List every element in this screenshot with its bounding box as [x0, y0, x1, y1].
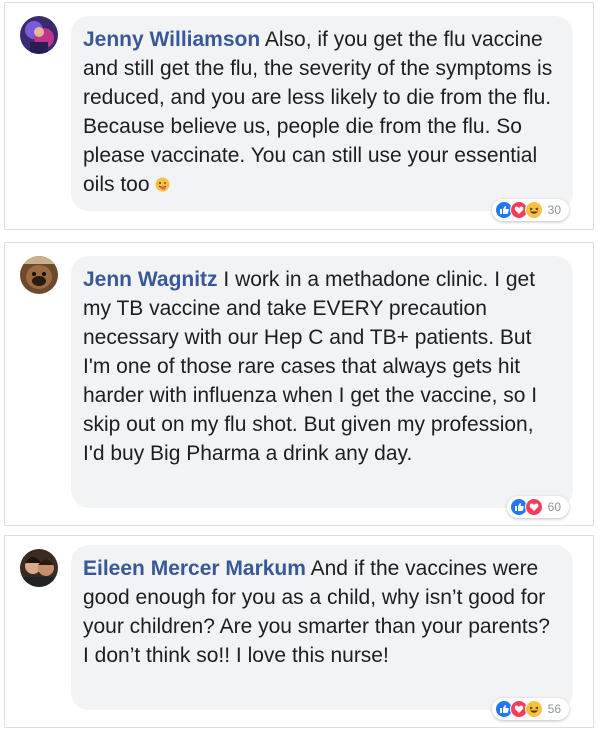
comment-text: Also, if you get the flu vaccine and sti… — [83, 28, 553, 196]
author-name-link[interactable]: Eileen Mercer Markum — [83, 557, 306, 580]
reactions-summary[interactable]: 30 — [491, 199, 569, 221]
love-reaction-icon — [524, 498, 543, 516]
haha-reaction-icon — [524, 700, 543, 718]
comment-bubble: Jenny Williamson Also, if you get the fl… — [71, 16, 573, 221]
comment-text-block: Jenn Wagnitz I work in a methadone clini… — [83, 265, 559, 468]
reactions-summary[interactable]: 56 — [491, 698, 569, 720]
reaction-count: 30 — [547, 203, 561, 217]
comment-text-block: Jenny Williamson Also, if you get the fl… — [83, 25, 559, 199]
reaction-count: 56 — [547, 702, 561, 716]
haha-reaction-icon — [524, 201, 543, 219]
author-name-link[interactable]: Jenn Wagnitz — [83, 268, 218, 291]
reaction-count: 60 — [547, 500, 561, 514]
comment-card: Jenny Williamson Also, if you get the fl… — [4, 2, 594, 230]
comment-text: I work in a methadone clinic. I get my T… — [83, 268, 538, 465]
avatar[interactable] — [20, 549, 58, 587]
comment-bubble: Eileen Mercer Markum And if the vaccines… — [71, 545, 573, 720]
avatar[interactable] — [20, 16, 58, 54]
comment-card: Eileen Mercer Markum And if the vaccines… — [4, 535, 594, 728]
reactions-summary[interactable]: 60 — [506, 496, 569, 518]
comment-card: Jenn Wagnitz I work in a methadone clini… — [4, 242, 594, 526]
comment-bubble: Jenn Wagnitz I work in a methadone clini… — [71, 256, 573, 518]
comment-text-block: Eileen Mercer Markum And if the vaccines… — [83, 554, 559, 670]
winking-tongue-emoji-icon — [155, 171, 170, 192]
author-name-link[interactable]: Jenny Williamson — [83, 28, 260, 51]
avatar[interactable] — [20, 256, 58, 294]
